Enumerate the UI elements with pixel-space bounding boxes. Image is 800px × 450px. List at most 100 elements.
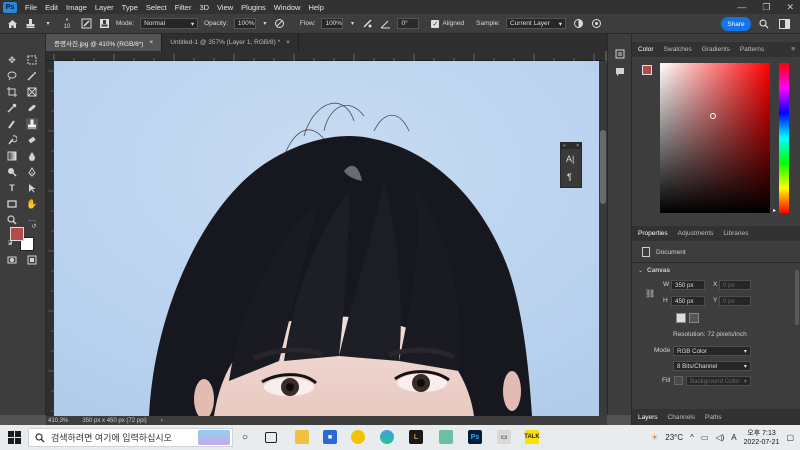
sample-select[interactable]: Current Layer ▾ — [506, 18, 566, 29]
tab-close-icon[interactable]: × — [149, 39, 153, 46]
canvas-collapse-icon[interactable]: ⌄ — [638, 267, 643, 274]
task-switch-icon[interactable] — [265, 432, 277, 443]
ime-indicator[interactable]: A — [731, 433, 736, 442]
dodge-tool-icon[interactable] — [6, 166, 18, 178]
rectangle-tool-icon[interactable] — [6, 198, 18, 210]
width-input[interactable]: 350 px — [671, 280, 705, 290]
healing-brush-tool-icon[interactable] — [26, 102, 38, 114]
pen-tool-icon[interactable] — [26, 166, 38, 178]
tab-libraries[interactable]: Libraries — [723, 230, 748, 237]
bit-depth-select[interactable]: 8 Bits/Channel ▾ — [673, 361, 751, 371]
photoshop-taskbar-icon[interactable]: Ps — [468, 430, 482, 444]
tool-preset-chevron-icon[interactable]: ▾ — [42, 18, 54, 30]
close-icon[interactable]: × — [576, 143, 579, 149]
opacity-input[interactable]: 100% — [233, 18, 256, 29]
status-chevron-icon[interactable]: › — [161, 418, 163, 424]
menu-3d[interactable]: 3D — [195, 3, 213, 12]
flow-chevron-icon[interactable]: ▾ — [349, 18, 355, 30]
menu-file[interactable]: File — [21, 3, 41, 12]
color-mode-select[interactable]: RGB Color ▾ — [673, 346, 751, 356]
lasso-tool-icon[interactable] — [6, 70, 18, 82]
link-dimensions-icon[interactable]: ⛓ — [645, 289, 655, 298]
landscape-orientation-button[interactable] — [689, 313, 699, 323]
comments-panel-icon[interactable] — [614, 66, 626, 78]
path-selection-tool-icon[interactable] — [26, 182, 38, 194]
zoom-level[interactable]: 410.3% — [48, 418, 68, 424]
history-panel-icon[interactable] — [614, 48, 626, 60]
y-input[interactable]: 0 px — [719, 296, 751, 306]
menu-type[interactable]: Type — [118, 3, 142, 12]
eraser-tool-icon[interactable] — [26, 134, 38, 146]
tab-gradients[interactable]: Gradients — [702, 46, 730, 53]
network-icon[interactable]: ▭ — [701, 433, 709, 442]
fill-select[interactable]: Background Color ▾ — [686, 376, 751, 386]
menu-filter[interactable]: Filter — [171, 3, 196, 12]
brush-tool-icon[interactable] — [6, 118, 18, 130]
tab-color[interactable]: Color — [638, 46, 654, 53]
tab-id-photo[interactable]: 증명사진.jpg @ 410% (RGB/8*) × — [46, 34, 163, 51]
tab-untitled-1[interactable]: Untitled-1 @ 357% (Layer 1, RGB/8) * × — [162, 34, 299, 51]
angle-input[interactable]: 0° — [397, 18, 420, 29]
document-canvas[interactable] — [54, 61, 599, 416]
temperature[interactable]: 23°C — [665, 433, 683, 442]
swap-colors-icon[interactable]: ↺ — [30, 222, 38, 230]
weather-icon[interactable]: ☀ — [651, 433, 658, 442]
brush-preset-picker[interactable]: • 10 — [60, 17, 74, 31]
taskbar-search-box[interactable]: 검색하려면 여기에 입력하십시오 — [28, 428, 233, 447]
clock[interactable]: 오후 7:13 2022-07-21 — [744, 429, 780, 447]
hand-tool-icon[interactable]: ✋ — [26, 198, 38, 210]
menu-help[interactable]: Help — [304, 3, 327, 12]
menu-layer[interactable]: Layer — [91, 3, 118, 12]
task-view-icon[interactable]: ○ — [238, 430, 252, 444]
airbrush-icon[interactable] — [361, 18, 373, 30]
minimize-button[interactable]: — — [737, 2, 746, 12]
flow-input[interactable]: 100% — [321, 18, 344, 29]
tab-properties[interactable]: Properties — [638, 230, 668, 237]
clone-source-icon[interactable] — [98, 18, 110, 30]
type-tool-icon[interactable]: T — [6, 182, 18, 194]
mini-panel-header[interactable]: » × — [561, 143, 581, 149]
clone-stamp-tool-icon[interactable] — [24, 18, 36, 30]
move-tool-icon[interactable]: ✥ — [6, 54, 18, 66]
document-size[interactable]: 350 px x 450 px (72 ppi) — [82, 418, 146, 424]
mode-select[interactable]: Normal ▾ — [140, 18, 199, 29]
tab-close-icon[interactable]: × — [286, 39, 290, 46]
store-icon[interactable]: ■ — [323, 430, 337, 444]
collapse-icon[interactable]: » — [563, 143, 566, 149]
history-brush-tool-icon[interactable] — [6, 134, 18, 146]
tab-patterns[interactable]: Patterns — [740, 46, 764, 53]
character-panel-icon[interactable]: A| — [566, 154, 578, 166]
tab-swatches[interactable]: Swatches — [664, 46, 692, 53]
color-panel-foreground-swatch[interactable] — [642, 65, 652, 75]
menu-image[interactable]: Image — [62, 3, 91, 12]
kakaotalk-icon[interactable]: TALK — [524, 430, 540, 444]
height-input[interactable]: 450 px — [671, 296, 705, 306]
ignore-adjustment-layers-icon[interactable] — [572, 18, 584, 30]
menu-plugins[interactable]: Plugins — [237, 3, 270, 12]
quick-mask-icon[interactable] — [6, 254, 18, 266]
tray-chevron-icon[interactable]: ^ — [690, 433, 694, 442]
gradient-tool-icon[interactable] — [6, 150, 18, 162]
close-button[interactable]: ✕ — [786, 2, 794, 13]
league-client-icon[interactable]: L — [409, 430, 423, 444]
menu-view[interactable]: View — [213, 3, 237, 12]
tab-channels[interactable]: Channels — [668, 414, 695, 421]
panel-menu-icon[interactable]: ≡ — [791, 46, 795, 53]
color-picker-cursor[interactable] — [710, 113, 716, 119]
vertical-scrollbar-thumb[interactable] — [600, 130, 606, 204]
eyedropper-tool-icon[interactable] — [6, 102, 18, 114]
menu-window[interactable]: Window — [270, 3, 305, 12]
foreground-color-swatch[interactable] — [10, 227, 24, 241]
magic-wand-tool-icon[interactable] — [26, 70, 38, 82]
menu-edit[interactable]: Edit — [41, 3, 62, 12]
vertical-scrollbar[interactable] — [599, 61, 607, 416]
paragraph-panel-icon[interactable]: ¶ — [567, 172, 579, 184]
workspace-icon[interactable] — [778, 18, 790, 30]
tab-layers[interactable]: Layers — [638, 414, 658, 421]
edge-icon[interactable] — [380, 430, 394, 444]
portrait-orientation-button[interactable] — [676, 313, 686, 323]
hue-slider[interactable] — [779, 63, 789, 213]
x-input[interactable]: 0 px — [719, 280, 751, 290]
share-button[interactable]: Share — [721, 17, 751, 31]
menu-select[interactable]: Select — [142, 3, 171, 12]
